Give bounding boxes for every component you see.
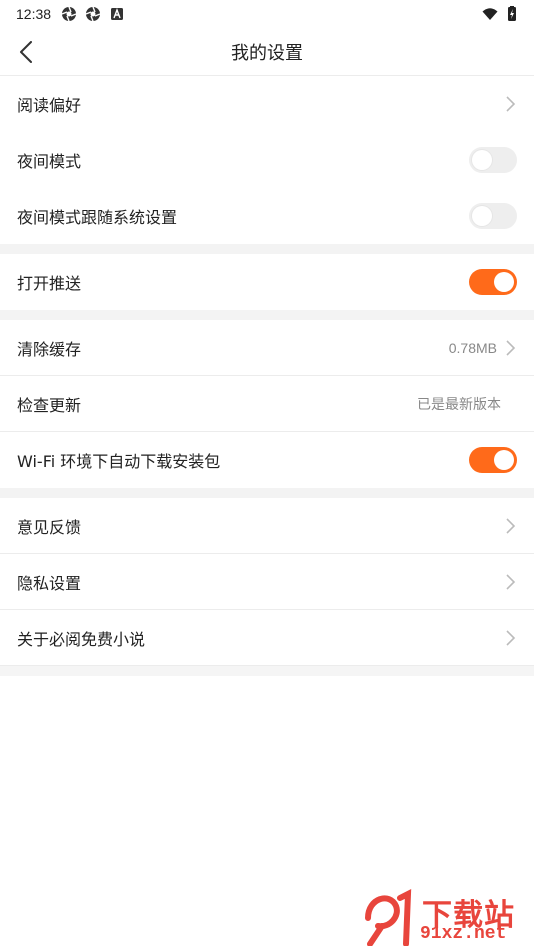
row-label: 清除缓存 bbox=[17, 340, 82, 359]
row-label: 关于必阅免费小说 bbox=[17, 630, 146, 649]
wifi-auto-download-toggle[interactable] bbox=[469, 447, 517, 473]
watermark-logo: 下载站 91xz.net bbox=[360, 888, 530, 948]
watermark-site: 91xz.net bbox=[420, 924, 507, 944]
row-label: 夜间模式跟随系统设置 bbox=[17, 208, 178, 227]
status-bar: 12:38 bbox=[0, 0, 534, 28]
section-gap bbox=[0, 310, 534, 320]
row-feedback[interactable]: 意见反馈 bbox=[0, 498, 534, 554]
section-gap bbox=[0, 488, 534, 498]
chevron-right-icon bbox=[506, 630, 516, 646]
row-label: 隐私设置 bbox=[17, 574, 82, 593]
page-title: 我的设置 bbox=[231, 42, 303, 64]
row-label: 打开推送 bbox=[17, 274, 82, 293]
settings-section-about: 意见反馈 隐私设置 关于必阅免费小说 bbox=[0, 498, 534, 666]
row-label: 意见反馈 bbox=[17, 518, 82, 537]
settings-section-reading: 阅读偏好 夜间模式 夜间模式跟随系统设置 bbox=[0, 76, 534, 244]
android-icon bbox=[111, 8, 124, 20]
battery-icon bbox=[508, 6, 516, 21]
row-reading-preference[interactable]: 阅读偏好 bbox=[0, 76, 534, 132]
chevron-right-icon bbox=[506, 518, 516, 534]
update-status-value: 已是最新版本 bbox=[417, 396, 501, 412]
row-label: 阅读偏好 bbox=[17, 96, 82, 115]
chevron-left-icon bbox=[20, 41, 32, 63]
push-toggle[interactable] bbox=[469, 269, 517, 295]
section-gap bbox=[0, 666, 534, 676]
cache-size-value: 0.78MB bbox=[448, 340, 497, 356]
aperture-icon bbox=[85, 6, 101, 22]
settings-section-storage: 清除缓存 0.78MB 检查更新 已是最新版本 Wi-Fi 环境下自动下载安装包 bbox=[0, 320, 534, 488]
chevron-right-icon bbox=[506, 574, 516, 590]
row-check-update[interactable]: 检查更新 已是最新版本 bbox=[0, 376, 534, 432]
section-gap bbox=[0, 244, 534, 254]
aperture-icon bbox=[61, 6, 77, 22]
row-about-app[interactable]: 关于必阅免费小说 bbox=[0, 610, 534, 666]
status-icons-right bbox=[482, 6, 520, 22]
row-night-mode: 夜间模式 bbox=[0, 132, 534, 188]
night-mode-follow-system-toggle[interactable] bbox=[469, 203, 517, 229]
row-label: 检查更新 bbox=[17, 396, 82, 415]
night-mode-toggle[interactable] bbox=[469, 147, 517, 173]
chevron-right-icon bbox=[506, 340, 516, 356]
row-wifi-auto-download: Wi-Fi 环境下自动下载安装包 bbox=[0, 432, 534, 488]
settings-section-push: 打开推送 bbox=[0, 254, 534, 310]
wifi-icon bbox=[482, 8, 498, 20]
nav-bar: 我的设置 bbox=[0, 28, 534, 76]
watermark-91-icon bbox=[365, 889, 412, 946]
back-button[interactable] bbox=[8, 34, 44, 70]
row-privacy-settings[interactable]: 隐私设置 bbox=[0, 554, 534, 610]
row-clear-cache[interactable]: 清除缓存 0.78MB bbox=[0, 320, 534, 376]
status-icons-left bbox=[61, 6, 125, 22]
row-label: Wi-Fi 环境下自动下载安装包 bbox=[17, 452, 221, 471]
row-night-mode-follow-system: 夜间模式跟随系统设置 bbox=[0, 188, 534, 244]
row-label: 夜间模式 bbox=[17, 152, 82, 171]
chevron-right-icon bbox=[506, 96, 516, 112]
row-push: 打开推送 bbox=[0, 254, 534, 310]
status-time: 12:38 bbox=[16, 6, 52, 22]
